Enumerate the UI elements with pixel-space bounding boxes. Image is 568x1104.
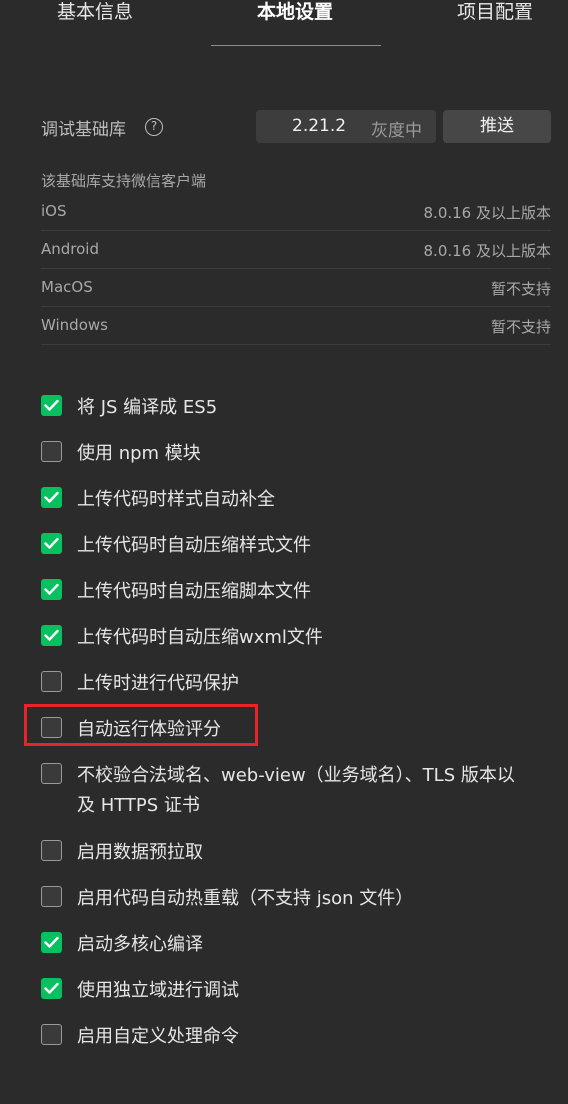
support-os: MacOS bbox=[41, 278, 93, 296]
support-version: 暂不支持 bbox=[490, 280, 551, 298]
option-label: 启用数据预拉取 bbox=[77, 842, 203, 863]
support-version: 暂不支持 bbox=[490, 318, 551, 336]
option-label: 将 JS 编译成 ES5 bbox=[77, 397, 218, 418]
checkbox-unchecked[interactable] bbox=[41, 671, 62, 692]
checkmark-icon bbox=[44, 537, 59, 549]
support-row: iOS 8.0.16 及以上版本 bbox=[41, 193, 551, 231]
support-os: iOS bbox=[41, 202, 67, 220]
support-row: Windows 暂不支持 bbox=[41, 307, 551, 345]
checkbox-checked[interactable] bbox=[41, 395, 62, 416]
option-label: 使用 npm 模块 bbox=[77, 443, 201, 464]
option-label: 上传代码时自动压缩脚本文件 bbox=[77, 581, 311, 602]
debug-lib-label: 调试基础库 bbox=[41, 120, 126, 140]
question-circle-icon[interactable]: ? bbox=[145, 118, 163, 136]
option-item[interactable]: 启用数据预拉取 bbox=[41, 835, 551, 881]
option-label: 上传代码时自动压缩样式文件 bbox=[77, 535, 311, 556]
support-os: Windows bbox=[41, 316, 108, 334]
push-button[interactable]: 推送 bbox=[443, 110, 551, 143]
tab-local-settings[interactable]: 本地设置 bbox=[257, 0, 333, 24]
tab-project-config[interactable]: 项目配置 bbox=[457, 0, 533, 24]
checkbox-checked[interactable] bbox=[41, 932, 62, 953]
option-label: 上传时进行代码保护 bbox=[77, 673, 239, 694]
checkmark-icon bbox=[44, 629, 59, 641]
option-item[interactable]: 使用独立域进行调试 bbox=[41, 973, 551, 1019]
tab-basic-info[interactable]: 基本信息 bbox=[57, 0, 133, 24]
checkbox-unchecked[interactable] bbox=[41, 441, 62, 462]
support-table: iOS 8.0.16 及以上版本 Android 8.0.16 及以上版本 Ma… bbox=[41, 193, 551, 345]
checkbox-checked[interactable] bbox=[41, 579, 62, 600]
support-title: 该基础库支持微信客户端 bbox=[41, 172, 207, 190]
lib-version-select[interactable]: 2.21.2 灰度中 bbox=[256, 110, 436, 143]
option-label: 上传代码时样式自动补全 bbox=[77, 489, 275, 510]
option-item[interactable]: 上传代码时样式自动补全 bbox=[41, 482, 551, 528]
option-item[interactable]: 启动多核心编译 bbox=[41, 927, 551, 973]
settings-tabs: 基本信息 本地设置 项目配置 bbox=[0, 0, 568, 48]
support-row: MacOS 暂不支持 bbox=[41, 269, 551, 307]
option-item[interactable]: 启用代码自动热重载（不支持 json 文件） bbox=[41, 881, 551, 927]
option-label: 启用代码自动热重载（不支持 json 文件） bbox=[77, 888, 414, 909]
option-item[interactable]: 上传代码时自动压缩样式文件 bbox=[41, 528, 551, 574]
option-item[interactable]: 将 JS 编译成 ES5 bbox=[41, 390, 551, 436]
option-item[interactable]: 上传代码时自动压缩wxml文件 bbox=[41, 620, 551, 666]
checkbox-checked[interactable] bbox=[41, 625, 62, 646]
support-os: Android bbox=[41, 240, 99, 258]
support-version: 8.0.16 及以上版本 bbox=[423, 242, 551, 260]
option-label: 启动多核心编译 bbox=[77, 934, 203, 955]
checkmark-icon bbox=[44, 491, 59, 503]
checkbox-checked[interactable] bbox=[41, 533, 62, 554]
checkmark-icon bbox=[44, 399, 59, 411]
checkbox-unchecked[interactable] bbox=[41, 763, 62, 784]
option-item[interactable]: 上传代码时自动压缩脚本文件 bbox=[41, 574, 551, 620]
checkbox-checked[interactable] bbox=[41, 978, 62, 999]
checkbox-unchecked[interactable] bbox=[41, 886, 62, 907]
support-version: 8.0.16 及以上版本 bbox=[423, 204, 551, 222]
checkmark-icon bbox=[44, 583, 59, 595]
highlight-annotation-box bbox=[24, 704, 258, 746]
option-label: 上传代码时自动压缩wxml文件 bbox=[77, 627, 323, 648]
option-label: 使用独立域进行调试 bbox=[77, 980, 239, 1001]
option-label: 启用自定义处理命令 bbox=[77, 1026, 239, 1047]
checkbox-unchecked[interactable] bbox=[41, 840, 62, 861]
debug-lib-row: 调试基础库 ? 2.21.2 灰度中 推送 bbox=[41, 110, 551, 143]
option-item[interactable]: 使用 npm 模块 bbox=[41, 436, 551, 482]
active-tab-underline bbox=[211, 45, 381, 46]
checkbox-unchecked[interactable] bbox=[41, 1024, 62, 1045]
checkmark-icon bbox=[44, 936, 59, 948]
checkbox-checked[interactable] bbox=[41, 487, 62, 508]
lib-version-value: 2.21.2 bbox=[292, 116, 347, 136]
checkmark-icon bbox=[44, 982, 59, 994]
option-item[interactable]: 启用自定义处理命令 bbox=[41, 1019, 551, 1065]
support-row: Android 8.0.16 及以上版本 bbox=[41, 231, 551, 269]
option-label: 不校验合法域名、web-view（业务域名）、TLS 版本以及 HTTPS 证书 bbox=[77, 765, 515, 816]
lib-version-status: 灰度中 bbox=[371, 121, 422, 141]
option-item[interactable]: 不校验合法域名、web-view（业务域名）、TLS 版本以及 HTTPS 证书 bbox=[41, 758, 551, 835]
